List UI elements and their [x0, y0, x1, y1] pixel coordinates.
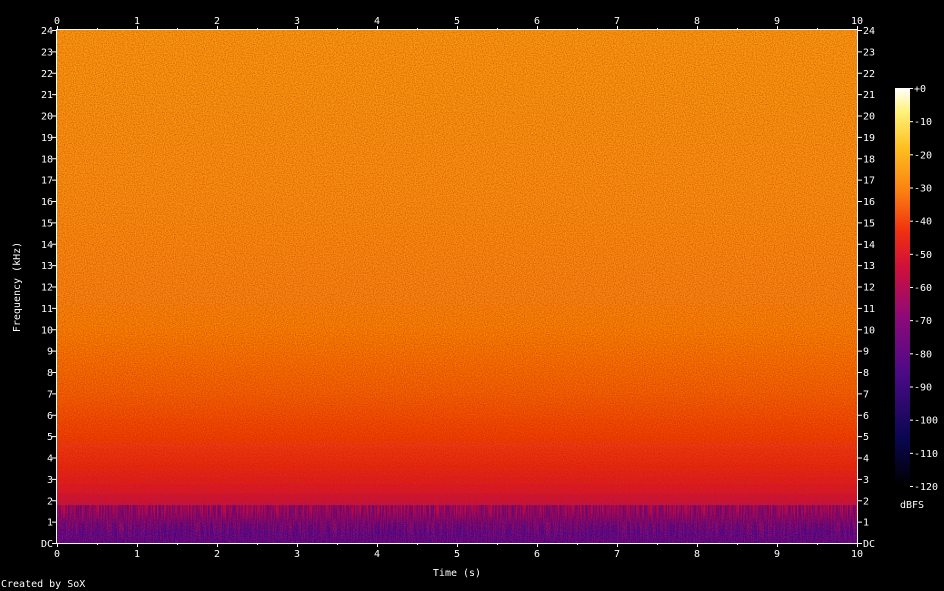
y-tick-label-left: 12	[41, 283, 53, 294]
y-tick-label-right: DC	[863, 539, 875, 550]
y-tick-label-left: DC	[41, 539, 53, 550]
y-tick-label-right: 20	[863, 112, 875, 123]
colorbar-tick-label: +0	[914, 84, 926, 95]
y-tick-label-right: 13	[863, 261, 875, 272]
x-tick-label-bottom: 8	[694, 549, 700, 560]
colorbar: +0 -10 -20 -30 -40 -50 -60 -70 -80 -90 -100 -110 -12…	[895, 84, 938, 511]
y-tick-label-left: 9	[47, 347, 53, 358]
y-tick-label-left: 11	[41, 304, 53, 315]
x-tick-label-top: 0	[54, 16, 60, 27]
y-tick-label-right: 2	[863, 496, 869, 507]
y-tick-label-left: 18	[41, 154, 53, 165]
y-tick-label-left: 10	[41, 325, 53, 336]
y-tick-label-right: 14	[863, 240, 875, 251]
colorbar-tick-label: -90	[914, 383, 932, 394]
x-tick-label-bottom: 6	[534, 549, 540, 560]
y-axis-left: DC12345678910111213141516171819202122232…	[41, 26, 57, 550]
y-tick-label-right: 21	[863, 90, 875, 101]
x-axis-label: Time (s)	[433, 568, 481, 579]
y-tick-label-left: 4	[47, 454, 53, 465]
y-tick-label-right: 11	[863, 304, 875, 315]
colorbar-tick-label: -120	[914, 482, 938, 493]
y-tick-label-left: 1	[47, 518, 53, 529]
y-tick-label-right: 9	[863, 347, 869, 358]
y-tick-label-left: 17	[41, 176, 53, 187]
y-tick-label-left: 2	[47, 496, 53, 507]
colorbar-gradient	[895, 88, 910, 486]
x-tick-label-bottom: 7	[614, 549, 620, 560]
colorbar-ticks: +0 -10 -20 -30 -40 -50 -60 -70 -80 -90 -100 -110 -12…	[910, 84, 938, 493]
x-tick-label-top: 8	[694, 16, 700, 27]
y-tick-label-right: 24	[863, 26, 875, 37]
x-axis-top: 0 1 2 3 4 5 6 7 8 9 10	[54, 16, 863, 30]
y-tick-label-left: 23	[41, 47, 53, 58]
y-tick-label-right: 6	[863, 411, 869, 422]
colorbar-tick-label: -80	[914, 349, 932, 360]
y-tick-label-right: 23	[863, 47, 875, 58]
spectrogram-body	[57, 30, 857, 543]
y-tick-label-left: 13	[41, 261, 53, 272]
colorbar-label: dBFS	[900, 500, 924, 511]
y-tick-label-left: 5	[47, 432, 53, 443]
x-tick-label-top: 3	[294, 16, 300, 27]
x-tick-label-bottom: 4	[374, 549, 380, 560]
plot-area	[56, 29, 858, 544]
y-tick-label-right: 18	[863, 154, 875, 165]
colorbar-tick-label: -60	[914, 283, 932, 294]
colorbar-tick-label: -20	[914, 150, 932, 161]
y-tick-label-right: 22	[863, 69, 875, 80]
y-tick-label-right: 8	[863, 368, 869, 379]
x-tick-label-top: 10	[851, 16, 863, 27]
x-tick-label-top: 7	[614, 16, 620, 27]
x-tick-label-bottom: 10	[851, 549, 863, 560]
y-tick-label-left: 7	[47, 389, 53, 400]
x-tick-label-bottom: 2	[214, 549, 220, 560]
y-tick-label-left: 3	[47, 475, 53, 486]
x-tick-label-top: 9	[774, 16, 780, 27]
x-tick-label-bottom: 9	[774, 549, 780, 560]
footer-credit: Created by SoX	[1, 579, 85, 590]
y-tick-label-left: 6	[47, 411, 53, 422]
x-tick-label-top: 4	[374, 16, 380, 27]
y-tick-label-right: 15	[863, 218, 875, 229]
y-tick-label-left: 15	[41, 218, 53, 229]
y-tick-label-left: 19	[41, 133, 53, 144]
x-tick-label-top: 1	[134, 16, 140, 27]
y-tick-label-left: 16	[41, 197, 53, 208]
colorbar-tick-label: -30	[914, 184, 932, 195]
y-tick-label-right: 4	[863, 454, 869, 465]
colorbar-tick-label: -70	[914, 316, 932, 327]
colorbar-tick-label: -40	[914, 217, 932, 228]
y-tick-label-right: 17	[863, 176, 875, 187]
colorbar-tick-label: -110	[914, 449, 938, 460]
y-tick-label-left: 20	[41, 112, 53, 123]
y-tick-label-right: 7	[863, 389, 869, 400]
y-tick-label-left: 8	[47, 368, 53, 379]
y-tick-label-right: 12	[863, 283, 875, 294]
x-tick-label-top: 6	[534, 16, 540, 27]
y-tick-label-right: 1	[863, 518, 869, 529]
x-tick-label-bottom: 5	[454, 549, 460, 560]
x-tick-label-top: 2	[214, 16, 220, 27]
x-axis-bottom: 0 1 2 3 4 5 6 7 8 9 10	[54, 543, 863, 560]
spectrogram-figure: 0 1 2 3 4 5 6 7 8 9 10 0 1 2 3 4 5 6 7 8 9 10 DC123456789101…	[1, 16, 938, 590]
y-tick-label-left: 21	[41, 90, 53, 101]
x-tick-label-bottom: 1	[134, 549, 140, 560]
y-tick-label-left: 24	[41, 26, 53, 37]
colorbar-tick-label: -50	[914, 250, 932, 261]
y-tick-label-left: 22	[41, 69, 53, 80]
x-tick-label-bottom: 3	[294, 549, 300, 560]
y-tick-label-right: 16	[863, 197, 875, 208]
colorbar-tick-label: -100	[914, 416, 938, 427]
y-tick-label-right: 10	[863, 325, 875, 336]
x-tick-label-top: 5	[454, 16, 460, 27]
y-axis-right: DC12345678910111213141516171819202122232…	[857, 26, 875, 550]
y-tick-label-right: 3	[863, 475, 869, 486]
y-tick-label-left: 14	[41, 240, 53, 251]
y-tick-label-right: 5	[863, 432, 869, 443]
y-tick-label-right: 19	[863, 133, 875, 144]
colorbar-tick-label: -10	[914, 117, 932, 128]
y-axis-label: Frequency (kHz)	[12, 242, 23, 332]
x-tick-label-bottom: 0	[54, 549, 60, 560]
